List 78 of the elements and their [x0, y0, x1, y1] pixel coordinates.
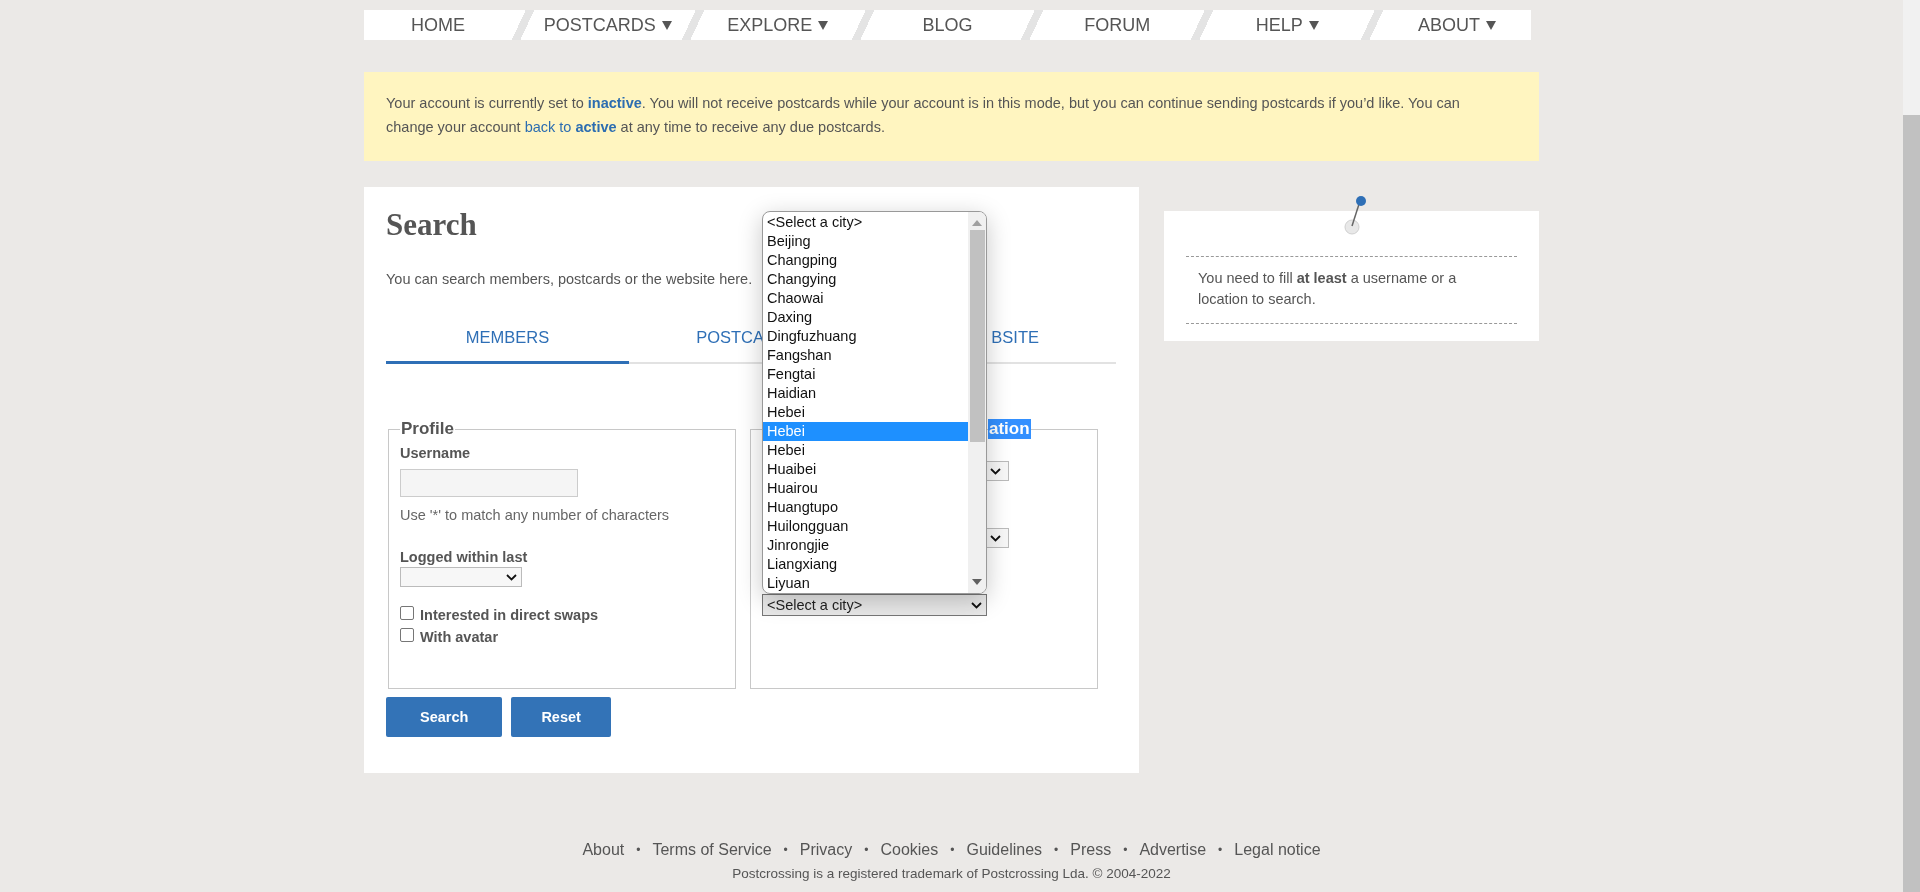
field-label: Logged within last — [400, 549, 529, 565]
notice-link[interactable]: back to — [524, 119, 572, 135]
nav-link[interactable]: BLOG — [873, 10, 1022, 40]
separator-dot: • — [950, 843, 955, 857]
footer-link[interactable]: Legal notice — [1234, 841, 1321, 859]
caret-icon — [1308, 20, 1319, 30]
chevron-down-icon — [990, 534, 1001, 542]
caret-icon — [1486, 20, 1497, 30]
city-option[interactable]: Changying — [763, 270, 968, 289]
city-option[interactable]: Haidian — [763, 384, 968, 403]
nav-link[interactable]: POSTCARDS — [533, 10, 682, 40]
nav-link[interactable]: FORUM — [1043, 10, 1192, 40]
field-hint: Use '*' to match any number of characters — [400, 507, 671, 523]
page-scrollbar[interactable] — [1903, 0, 1920, 892]
city-option[interactable]: <Select a city> — [763, 213, 968, 232]
city-option[interactable]: Daxing — [763, 308, 968, 327]
footer-link[interactable]: Terms of Service — [652, 841, 772, 859]
city-select[interactable]: <Select a city> — [762, 594, 987, 616]
arrow-up-icon[interactable] — [972, 220, 982, 226]
checkbox-label[interactable]: With avatar — [400, 627, 724, 647]
city-option[interactable]: Liangxiang — [763, 555, 968, 574]
separator-dot: • — [1123, 843, 1128, 857]
nav-link[interactable]: HELP — [1213, 10, 1362, 40]
nav-link[interactable]: EXPLORE — [703, 10, 852, 40]
nav-link[interactable]: ABOUT — [1383, 10, 1531, 40]
footer-link[interactable]: Privacy — [799, 841, 853, 859]
select-stub[interactable] — [985, 461, 1009, 481]
footer-link[interactable]: About — [582, 841, 625, 859]
city-option[interactable]: Dingfuzhuang — [763, 327, 968, 346]
city-option[interactable]: Huaibei — [763, 460, 968, 479]
separator-dot: • — [783, 843, 788, 857]
city-option[interactable]: Fengtai — [763, 365, 968, 384]
form-button[interactable]: Search — [386, 697, 503, 737]
notice-link[interactable]: active — [575, 119, 617, 135]
city-option[interactable]: Changping — [763, 251, 968, 270]
footer-link[interactable]: Cookies — [880, 841, 939, 859]
fieldset-legend: ation — [988, 419, 1031, 439]
footer-link[interactable]: Advertise — [1139, 841, 1207, 859]
notice-text: Your account is currently set to inactive. You will not receive postcards while your account is in this mode, but you can continue sending postcards if you’d like. You can change your account back to active at any time to receive any due postcards. — [386, 94, 1461, 137]
city-option[interactable]: Hebei — [763, 441, 968, 460]
select-stub[interactable] — [985, 528, 1009, 548]
city-option[interactable]: Jinrongjie — [763, 536, 968, 555]
checkbox[interactable] — [400, 628, 414, 642]
city-option[interactable]: Fangshan — [763, 346, 968, 365]
search-tab[interactable]: MEMBERS — [386, 314, 630, 364]
fieldset-legend: Profile — [400, 419, 455, 439]
city-option[interactable]: Huilongguan — [763, 517, 968, 536]
pin-icon — [1343, 195, 1369, 237]
city-option[interactable]: Huangtupo — [763, 498, 968, 517]
separator-dot: • — [1054, 843, 1059, 857]
caret-icon — [818, 20, 829, 30]
chevron-down-icon — [506, 573, 517, 581]
city-option[interactable]: Chaowai — [763, 289, 968, 308]
separator-dot: • — [1218, 843, 1223, 857]
list-scrollbar[interactable] — [968, 212, 986, 593]
username-field[interactable] — [400, 469, 578, 497]
form-button[interactable]: Reset — [511, 697, 611, 737]
city-option[interactable]: Liyuan — [763, 574, 968, 593]
tip-text: You need to fill at least a username or a location to search. — [1186, 256, 1517, 324]
field-label: Username — [400, 445, 472, 461]
notice-link[interactable]: inactive — [587, 95, 642, 111]
footer-link[interactable]: Press — [1070, 841, 1112, 859]
checkbox[interactable] — [400, 606, 414, 620]
separator-dot: • — [864, 843, 869, 857]
arrow-down-icon[interactable] — [972, 579, 982, 585]
caret-icon — [661, 20, 672, 30]
city-option[interactable]: Hebei — [763, 403, 968, 422]
footer-link[interactable]: Guidelines — [966, 841, 1043, 859]
description-text: You can search members, postcards or the website here. — [386, 271, 753, 287]
separator-dot: • — [636, 843, 641, 857]
city-option[interactable]: Beijing — [763, 232, 968, 251]
copyright-text: Postcrossing is a registered trademark of Postcrossing Lda. © 2004-2022 — [732, 866, 1171, 881]
checkbox-label[interactable]: Interested in direct swaps — [400, 605, 724, 625]
chevron-down-icon — [971, 601, 982, 609]
page-title: Search — [386, 207, 477, 243]
city-option[interactable]: Huairou — [763, 479, 968, 498]
chevron-down-icon — [990, 467, 1001, 475]
nav-link[interactable]: HOME — [364, 10, 512, 40]
